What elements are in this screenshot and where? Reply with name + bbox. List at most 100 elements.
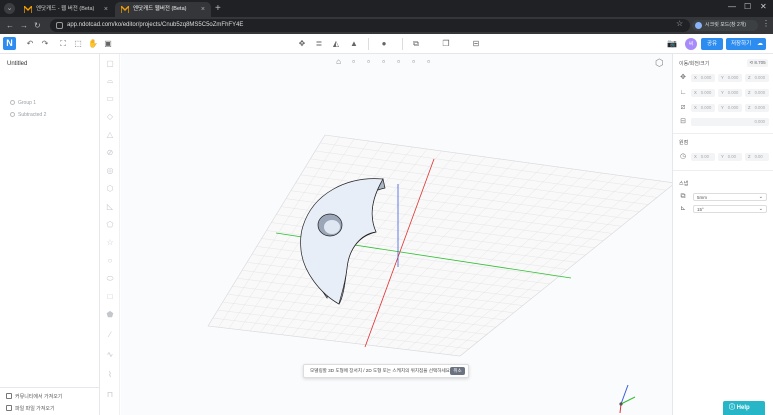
pivot-icon: ◷ xyxy=(679,153,687,160)
group-tool-icon[interactable]: ⧉ xyxy=(410,38,422,50)
editor-toolbar: N ↶ ↷ ⛶ ⬚ ✋ ▣ ✥ ≣ ◭ ▲ ● ⧉ ❐ ⊟ 📷 씨 공유 저장하… xyxy=(0,34,773,54)
import-file-button[interactable]: 파일 파일 가져오기 xyxy=(6,405,55,412)
pivot-y-field[interactable]: Y 0.00 xyxy=(718,153,742,161)
wedge-shape-icon[interactable]: ◺ xyxy=(105,202,115,212)
search-shape-icon xyxy=(10,112,15,117)
section-divider xyxy=(673,170,773,171)
cylinder-shape-icon[interactable]: ⌓ xyxy=(105,76,115,86)
polygon-shape-icon[interactable]: ⬟ xyxy=(105,310,115,320)
maximize-icon[interactable]: ☐ xyxy=(744,2,751,11)
position-y-field[interactable]: Y 0.000 xyxy=(718,74,742,82)
save-button-label: 저장하기 xyxy=(731,41,752,47)
spline-tool-icon[interactable]: ⌇ xyxy=(105,370,115,380)
tree-item-group-1[interactable]: Group 1 xyxy=(10,100,36,106)
browser-tab-1[interactable]: 엔닷캐드 - 웹 버전 (Beta) × xyxy=(18,2,114,17)
section-divider xyxy=(673,133,773,134)
prism-shape-icon[interactable]: ⬠ xyxy=(105,220,115,230)
pan-hand-icon[interactable]: ✋ xyxy=(87,38,99,50)
reload-icon[interactable]: ↻ xyxy=(34,20,41,31)
close-icon[interactable]: × xyxy=(201,2,205,17)
cone-shape-icon[interactable]: △ xyxy=(105,130,115,140)
scale-y-field[interactable]: Y 0.000 xyxy=(718,104,742,112)
browser-tab-2[interactable]: 엔닷캐드 웹버전 (Beta) × xyxy=(115,2,211,17)
tab-search-icon[interactable]: ⌄ xyxy=(4,3,15,14)
star-shape-icon[interactable]: ☆ xyxy=(105,238,115,248)
site-info-icon[interactable] xyxy=(56,22,63,29)
ellipse-shape-icon[interactable]: ⬭ xyxy=(105,274,115,284)
url-field[interactable]: app.ndotcad.com/ko/editor/projects/Cnub5… xyxy=(50,19,690,32)
user-avatar[interactable]: 씨 xyxy=(685,38,697,50)
tree-item-label: Subtracted 2 xyxy=(18,112,47,118)
sphere-shape-icon[interactable]: ◇ xyxy=(105,112,115,122)
ndotcad-logo-icon[interactable]: N xyxy=(3,37,16,50)
pivot-x-field[interactable]: X 0.00 xyxy=(691,153,715,161)
size-icon: ⊟ xyxy=(680,118,686,125)
rotation-x-field[interactable]: X 0.000 xyxy=(691,89,715,97)
duplicate-tool-icon[interactable]: ❐ xyxy=(440,38,452,50)
position-x-field[interactable]: X 0.000 xyxy=(691,74,715,82)
text-tool-icon[interactable]: ⊓ xyxy=(105,390,115,400)
rotation-y-field[interactable]: Y 0.000 xyxy=(718,89,742,97)
import-from-community-button[interactable]: 커뮤니티에서 가져오기 xyxy=(6,393,62,400)
window-close-icon[interactable]: ✕ xyxy=(760,2,767,11)
measure-tool-icon[interactable]: ▲ xyxy=(348,38,360,50)
move-tool-icon[interactable]: ✥ xyxy=(296,38,308,50)
screen: { "browser": { "tabs": [ {"title": "엔닷캐드… xyxy=(0,0,773,415)
cube-shape-icon[interactable]: ▭ xyxy=(105,94,115,104)
ground-grid xyxy=(207,134,672,357)
snap-angle-select[interactable]: 15° ⌄ xyxy=(693,205,767,213)
align-tool-icon[interactable]: ≣ xyxy=(313,38,325,50)
tube-shape-icon[interactable]: ⊘ xyxy=(105,148,115,158)
zoom-fit-icon[interactable]: ⛶ xyxy=(57,38,69,50)
sync-value: 8.705 xyxy=(754,60,766,65)
camera-view-icon[interactable]: ▣ xyxy=(102,38,114,50)
bookmark-star-icon[interactable]: ☆ xyxy=(676,19,683,28)
help-icon: ⓘ xyxy=(729,405,737,411)
cloud-icon: ☁ xyxy=(757,41,763,47)
position-z-field[interactable]: Z 0.000 xyxy=(745,74,769,82)
browser-tab-title: 엔닷캐드 웹버전 (Beta) xyxy=(133,6,187,12)
gem-shape-icon[interactable]: ⬡ xyxy=(105,184,115,194)
browser-menu-icon[interactable]: ⋮ xyxy=(762,19,770,28)
3d-viewport[interactable]: ⌂ ▫ ▫ ▫ ▫ ▫ ▫ ⬡ 모델링할 3D 도형에 장서치 / 2D 도형 … xyxy=(121,54,672,415)
transform-sync-button[interactable]: ⟲ 8.705 xyxy=(747,59,768,67)
document-title[interactable]: Untitled xyxy=(7,61,27,67)
box-shape-icon[interactable]: ▢ xyxy=(105,59,115,69)
size-field[interactable]: 0.000 xyxy=(691,118,769,126)
close-icon[interactable]: × xyxy=(104,2,108,17)
share-button[interactable]: 공유 xyxy=(701,38,723,50)
scale-x-field[interactable]: X 0.000 xyxy=(691,104,715,112)
line-tool-icon[interactable]: ∕ xyxy=(105,330,115,340)
chevron-down-icon: ⌄ xyxy=(758,194,763,200)
save-button[interactable]: 저장하기 ☁ xyxy=(726,38,766,50)
new-tab-plus-icon[interactable]: + xyxy=(215,2,221,15)
screenshot-camera-icon[interactable]: 📷 xyxy=(666,38,678,50)
circle-shape-icon[interactable]: ○ xyxy=(105,256,115,266)
profile-label: 시크릿 모드(창 2개) xyxy=(705,22,747,28)
mirror-tool-icon[interactable]: ◭ xyxy=(330,38,342,50)
scale-z-field[interactable]: Z 0.000 xyxy=(745,104,769,112)
rotation-z-field[interactable]: Z 0.000 xyxy=(745,89,769,97)
square-shape-icon[interactable]: □ xyxy=(105,292,115,302)
tree-item-subtracted-2[interactable]: Subtracted 2 xyxy=(10,112,46,118)
minimize-icon[interactable]: — xyxy=(728,2,736,11)
boolean-tool-icon[interactable]: ● xyxy=(378,38,390,50)
pivot-z-field[interactable]: Z 0.00 xyxy=(745,153,769,161)
select-icon[interactable]: ⬚ xyxy=(72,38,84,50)
ruler-tool-icon[interactable]: ⊟ xyxy=(470,38,482,50)
cancel-button[interactable]: 취소 xyxy=(450,367,465,375)
snap-distance-select[interactable]: 5mm ⌄ xyxy=(693,193,767,201)
help-button[interactable]: ⓘ Help xyxy=(723,401,765,415)
forward-icon[interactable]: → xyxy=(20,20,28,31)
redo-icon[interactable]: ↷ xyxy=(39,38,51,50)
chevron-down-icon: ⌄ xyxy=(758,206,763,212)
incognito-profile-button[interactable]: 시크릿 모드(창 2개) xyxy=(692,20,758,31)
import-icon xyxy=(6,405,12,411)
torus-shape-icon[interactable]: ◎ xyxy=(105,166,115,176)
curve-tool-icon[interactable]: ∿ xyxy=(105,350,115,360)
scale-icon: ⧄ xyxy=(680,104,686,111)
properties-panel: 이동/회전/크기 ⟲ 8.705 ✥ X 0.000 Y 0.000 Z 0.000 … xyxy=(672,54,773,415)
back-icon[interactable]: ← xyxy=(6,20,14,31)
browser-tabbar: ⌄ 엔닷캐드 - 웹 버전 (Beta) × 엔닷캐드 웹버전 (Beta) ×… xyxy=(0,0,773,17)
undo-icon[interactable]: ↶ xyxy=(24,38,36,50)
